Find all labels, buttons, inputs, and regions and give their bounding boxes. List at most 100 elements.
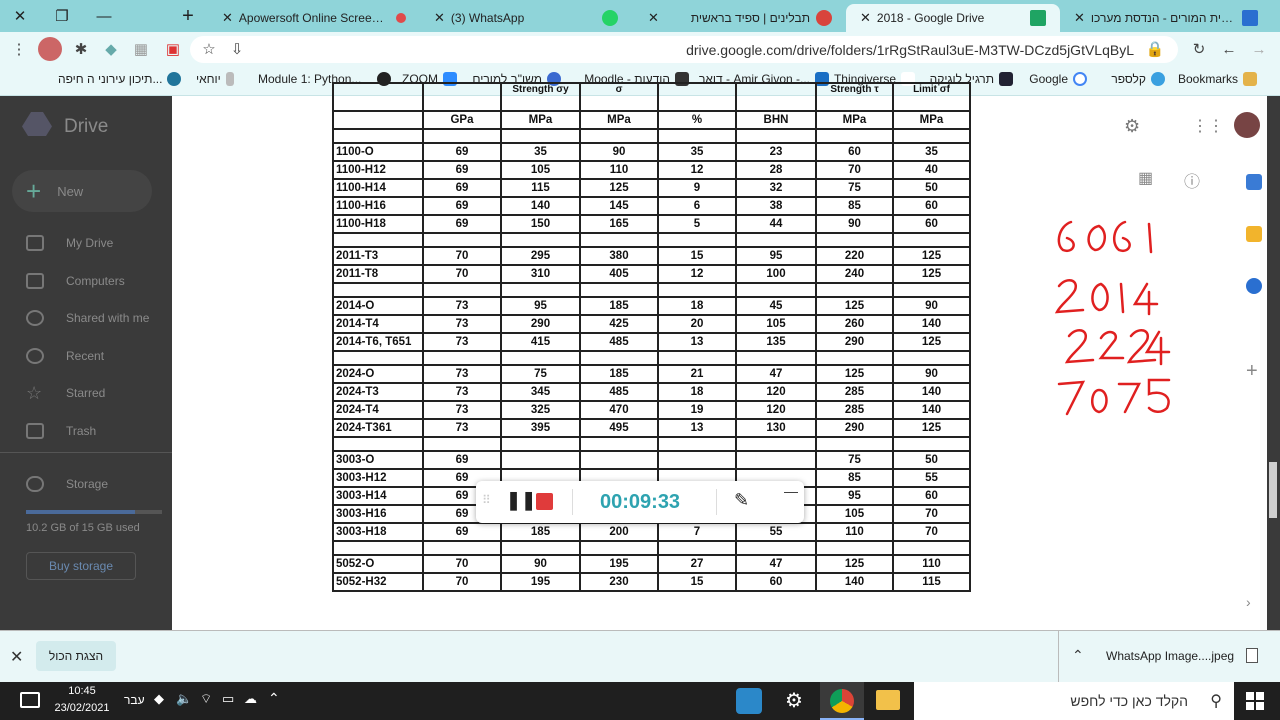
- close-tab-icon[interactable]: ✕: [434, 10, 445, 26]
- table-cell: [579, 282, 659, 298]
- add-addon-icon[interactable]: +: [1246, 360, 1258, 383]
- table-cell: 140: [815, 572, 894, 592]
- table-cell: 5: [657, 214, 737, 234]
- account-avatar[interactable]: [1234, 112, 1260, 138]
- reload-icon[interactable]: ↻: [1186, 36, 1212, 62]
- extension-icon[interactable]: ▦: [128, 36, 154, 62]
- settings-icon[interactable]: ⚙: [1124, 116, 1144, 136]
- extensions-icon[interactable]: ✱: [68, 36, 94, 62]
- table-cell: 70: [422, 554, 502, 574]
- table-cell: 2014-T6, T651: [332, 332, 424, 352]
- buy-storage-button[interactable]: Buy storage: [26, 552, 136, 580]
- table-cell: 12: [657, 160, 737, 180]
- back-icon[interactable]: ←: [1216, 36, 1242, 62]
- sidebar-item-my-drive[interactable]: My Drive: [0, 228, 172, 258]
- restore-window-icon[interactable]: ❐: [42, 0, 82, 32]
- chrome-icon: [830, 689, 854, 713]
- table-cell: 185: [579, 296, 659, 316]
- tab-google-drive[interactable]: ✕ 2018 - Google Drive: [846, 4, 1060, 32]
- recorder-app-icon[interactable]: [736, 688, 762, 714]
- dropbox-icon[interactable]: ◆: [98, 36, 124, 62]
- close-window-icon[interactable]: ✕: [0, 0, 40, 32]
- new-button[interactable]: + New: [12, 170, 152, 212]
- table-cell: [735, 232, 817, 248]
- windows-start-icon[interactable]: [1246, 692, 1264, 710]
- notifications-icon[interactable]: [20, 692, 40, 708]
- minimize-icon[interactable]: —: [784, 483, 798, 499]
- settings-app-icon[interactable]: ⚙: [785, 688, 803, 713]
- volume-icon[interactable]: 🔈: [176, 691, 192, 707]
- sidebar-item-recent[interactable]: Recent: [0, 341, 172, 371]
- sidebar-item-computers[interactable]: Computers: [0, 266, 172, 296]
- table-cell: 260: [815, 314, 894, 334]
- tab-teachers-folder[interactable]: ✕ תיקיית המורים - הנדסת מערכו: [1060, 4, 1272, 32]
- apps-grid-icon[interactable]: ⋮⋮: [1192, 116, 1224, 136]
- sidebar-item-shared[interactable]: Shared with me: [0, 303, 172, 333]
- tray-chevron-icon[interactable]: ⌃: [268, 690, 280, 707]
- stop-icon[interactable]: [536, 493, 553, 510]
- menu-dots-icon[interactable]: ⋮: [6, 36, 32, 62]
- table-cell: 13: [657, 332, 737, 352]
- table-cell: 1100-H12: [332, 160, 424, 180]
- info-icon[interactable]: ⓘ: [1184, 168, 1200, 192]
- install-icon[interactable]: ⇩: [224, 36, 250, 62]
- bookmark-item[interactable]: קלספר: [1111, 72, 1170, 86]
- download-file-name[interactable]: WhatsApp Image....jpeg: [1106, 649, 1234, 663]
- profile-avatar[interactable]: [38, 37, 62, 61]
- show-all-button[interactable]: הצגת הכול: [36, 641, 116, 671]
- file-explorer-icon[interactable]: [876, 690, 900, 710]
- clock-date[interactable]: 23/02/2021: [52, 702, 112, 714]
- minimize-window-icon[interactable]: —: [84, 0, 124, 32]
- close-tab-icon[interactable]: ✕: [648, 10, 659, 26]
- chrome-app-button[interactable]: [820, 682, 864, 720]
- wordpress-icon: [167, 72, 182, 86]
- dropbox-tray-icon[interactable]: ◆: [154, 691, 164, 707]
- new-tab-icon[interactable]: +: [168, 0, 208, 32]
- tasks-icon[interactable]: [1246, 278, 1262, 294]
- close-tab-icon[interactable]: ✕: [222, 10, 233, 26]
- calendar-icon[interactable]: [1246, 174, 1262, 190]
- pause-icon[interactable]: ❚❚: [506, 490, 536, 511]
- apowersoft-ext-icon[interactable]: ▣: [160, 36, 186, 62]
- bookmark-folder[interactable]: Bookmarks: [1178, 72, 1262, 86]
- chevron-right-icon[interactable]: ›: [1246, 594, 1251, 610]
- bookmark-item[interactable]: Google: [1029, 72, 1092, 86]
- sidebar-item-storage[interactable]: Storage: [0, 469, 172, 499]
- omnibox[interactable]: ☆ ⇩ drive.google.com/drive/folders/1rRgS…: [190, 36, 1178, 63]
- tab-apowersoft[interactable]: ✕ Apowersoft Online Screen Rec: [208, 4, 420, 32]
- sidebar-item-trash[interactable]: Trash: [0, 416, 172, 446]
- close-tab-icon[interactable]: ✕: [860, 10, 871, 26]
- clock-time[interactable]: 10:45: [56, 685, 108, 697]
- bookmark-item[interactable]: תיכון עירוני ה חיפה...: [58, 72, 186, 86]
- table-cell: [500, 282, 581, 298]
- keep-icon[interactable]: [1246, 226, 1262, 242]
- screen-recorder-toolbar: ⠿ ❚❚ 00:09:33 ✎ —: [476, 481, 804, 523]
- language-indicator[interactable]: עבר: [124, 693, 145, 707]
- forward-icon[interactable]: →: [1246, 36, 1272, 62]
- url-text: drive.google.com/drive/folders/1rRgStRau…: [686, 42, 1134, 58]
- chevron-up-icon[interactable]: ⌃: [1072, 647, 1084, 664]
- sidebar-item-starred[interactable]: ☆ Starred: [0, 378, 172, 408]
- onedrive-icon[interactable]: ☁: [244, 691, 257, 707]
- taskbar-search-box[interactable]: הקלד כאן כדי לחפש ⚲: [914, 682, 1234, 720]
- scrollbar-thumb[interactable]: [1269, 462, 1277, 518]
- tab-label: (3) WhatsApp: [450, 11, 525, 25]
- star-icon[interactable]: ☆: [196, 36, 222, 62]
- table-row: 3003-O 69 75 50: [332, 450, 971, 470]
- table-cell: 125: [892, 246, 971, 266]
- table-cell: [500, 436, 581, 452]
- table-cell: 73: [422, 382, 502, 402]
- table-row: [332, 282, 971, 298]
- close-download-bar-icon[interactable]: ✕: [10, 647, 23, 667]
- battery-icon[interactable]: ▭: [222, 691, 234, 707]
- bookmark-item[interactable]: יוחאי: [196, 72, 239, 86]
- strawberry-icon: [816, 10, 832, 26]
- grid-view-icon[interactable]: ▦: [1138, 168, 1153, 188]
- tab-whatsapp[interactable]: ✕ (3) WhatsApp: [420, 4, 632, 32]
- pen-icon[interactable]: ✎: [734, 490, 749, 511]
- table-cell: [892, 128, 971, 144]
- tab-spices[interactable]: ✕ תבלינים | ספיד בראשית: [634, 4, 846, 32]
- drag-handle-icon[interactable]: ⠿: [482, 493, 491, 507]
- close-tab-icon[interactable]: ✕: [1074, 10, 1085, 26]
- wifi-icon[interactable]: ⌔: [200, 691, 212, 707]
